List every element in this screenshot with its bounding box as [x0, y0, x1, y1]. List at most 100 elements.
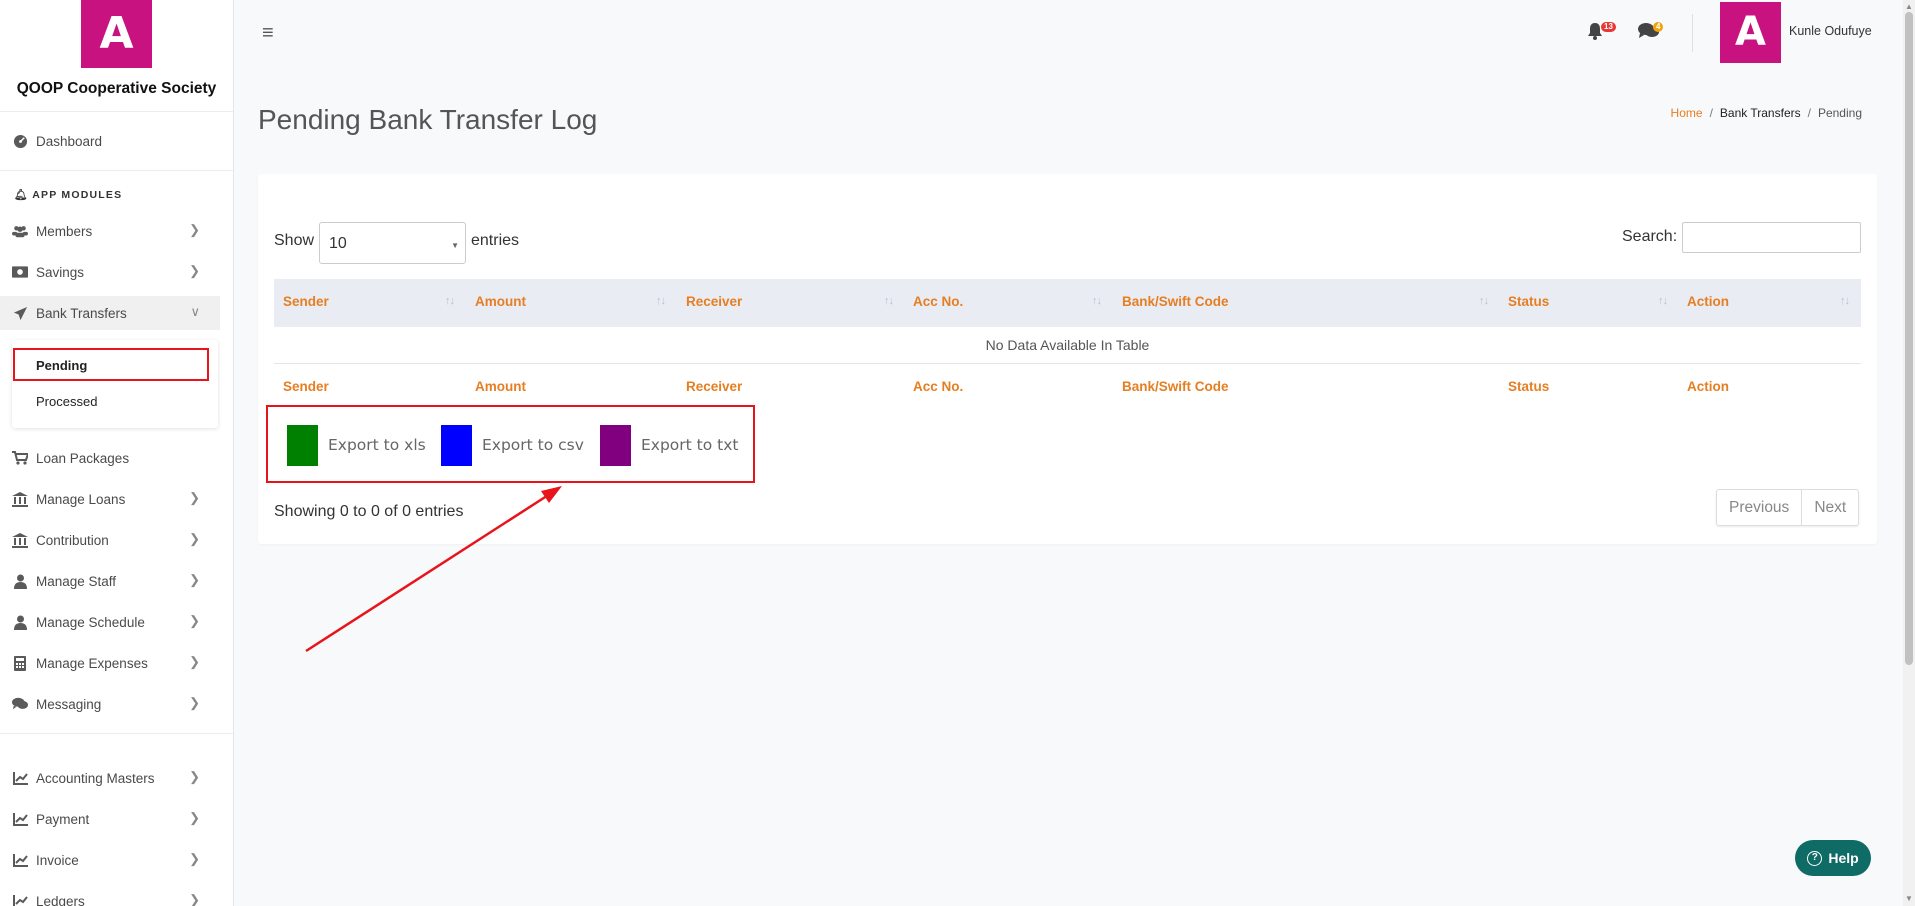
sort-icon: ↑↓	[1092, 295, 1102, 307]
money-icon	[12, 264, 28, 280]
entries-label: entries	[471, 232, 520, 249]
menu-toggle-icon[interactable]: ≡	[262, 22, 274, 45]
sidebar-item-label: Invoice	[36, 852, 79, 868]
chevron-right-icon: ❯	[189, 695, 200, 710]
column-footer-action: Action	[1687, 379, 1729, 394]
sidebar-item-label: Messaging	[36, 696, 102, 712]
sort-icon: ↑↓	[884, 295, 894, 307]
page-scrollbar[interactable]: ▲ ▼	[1903, 0, 1915, 906]
sidebar-item-label: Ledgers	[36, 893, 85, 906]
breadcrumb-separator: /	[1807, 106, 1811, 120]
chevron-right-icon: ❯	[189, 769, 200, 784]
show-label: Show	[274, 232, 315, 249]
table-header: Sender ↑↓ Amount ↑↓ Receiver ↑↓ Acc No. …	[274, 279, 1861, 327]
column-header-receiver[interactable]: Receiver	[686, 294, 742, 309]
help-label: Help	[1828, 850, 1859, 866]
avatar[interactable]: A	[1720, 2, 1781, 63]
column-header-action[interactable]: Action	[1687, 294, 1729, 309]
sort-icon: ↑↓	[1658, 295, 1668, 307]
chevron-right-icon: ❯	[189, 851, 200, 866]
divider	[0, 733, 233, 734]
chevron-down-icon: ∨	[190, 304, 200, 319]
brand-logo[interactable]: A	[81, 0, 152, 68]
sidebar-item-dashboard[interactable]: Dashboard	[0, 124, 220, 158]
annotation-highlight-pending	[13, 348, 209, 381]
bell-icon: 🔔︎	[14, 189, 29, 201]
sidebar-item-manage-expenses[interactable]: Manage Expenses ❯	[0, 646, 220, 680]
sidebar-item-label: Loan Packages	[36, 450, 130, 466]
page-size-value: 10	[329, 235, 347, 252]
divider	[0, 170, 233, 171]
dashboard-icon	[12, 133, 28, 149]
search-input[interactable]	[1682, 222, 1861, 253]
chevron-right-icon: ❯	[189, 810, 200, 825]
chart-icon	[12, 893, 28, 906]
sidebar-item-label: Payment	[36, 811, 90, 827]
sidebar-item-manage-staff[interactable]: Manage Staff ❯	[0, 564, 220, 598]
pagination: Previous Next	[1716, 489, 1860, 526]
column-footer-status: Status	[1508, 379, 1550, 394]
sidebar-item-manage-loans[interactable]: Manage Loans ❯	[0, 482, 220, 516]
sidebar-item-manage-schedule[interactable]: Manage Schedule ❯	[0, 605, 220, 639]
breadcrumb-section[interactable]: Bank Transfers	[1720, 106, 1801, 120]
empty-table-message: No Data Available In Table	[274, 327, 1861, 364]
chevron-right-icon: ❯	[189, 654, 200, 669]
sidebar-item-label: Savings	[36, 264, 85, 280]
chevron-right-icon: ❯	[189, 572, 200, 587]
comments-icon	[12, 696, 28, 712]
chevron-right-icon: ❯	[189, 490, 200, 505]
sidebar-item-label: Manage Loans	[36, 491, 126, 507]
sidebar-item-messaging[interactable]: Messaging ❯	[0, 687, 220, 721]
help-button[interactable]: ? Help	[1795, 840, 1871, 876]
bank-icon	[12, 491, 28, 507]
scroll-down-icon[interactable]: ▼	[1905, 894, 1913, 903]
chevron-right-icon: ❯	[189, 531, 200, 546]
page-size-select[interactable]: 10 ▼	[319, 222, 466, 264]
question-circle-icon: ?	[1807, 850, 1823, 866]
column-header-bank-swift-code[interactable]: Bank/Swift Code	[1122, 294, 1229, 309]
submenu-item-processed[interactable]: Processed	[36, 394, 97, 409]
user-name[interactable]: Kunle Odufuye	[1789, 24, 1872, 38]
chevron-right-icon: ❯	[189, 613, 200, 628]
sidebar-item-invoice[interactable]: Invoice ❯	[0, 843, 220, 877]
notifications-count-badge: 13	[1601, 22, 1616, 32]
chevron-right-icon: ❯	[189, 263, 200, 278]
breadcrumb-home[interactable]: Home	[1671, 106, 1703, 120]
calculator-icon	[12, 655, 28, 671]
sidebar-item-savings[interactable]: Savings ❯	[0, 255, 220, 289]
search-label: Search:	[1622, 228, 1678, 245]
sidebar-item-accounting-masters[interactable]: Accounting Masters ❯	[0, 761, 220, 795]
bank-icon	[12, 532, 28, 548]
chart-icon	[12, 811, 28, 827]
brand: A QOOP Cooperative Society	[0, 0, 233, 112]
column-header-sender[interactable]: Sender	[283, 294, 329, 309]
column-header-amount[interactable]: Amount	[475, 294, 526, 309]
sort-icon: ↑↓	[656, 295, 666, 307]
previous-page-button[interactable]: Previous	[1717, 490, 1803, 525]
sidebar-item-label: Members	[36, 223, 93, 239]
scroll-up-icon[interactable]: ▲	[1905, 2, 1913, 11]
column-header-status[interactable]: Status	[1508, 294, 1549, 309]
sidebar-item-loan-packages[interactable]: Loan Packages	[0, 441, 220, 475]
chart-icon	[12, 770, 28, 786]
breadcrumb: Home / Bank Transfers / Pending	[1671, 106, 1862, 120]
user-icon	[12, 614, 28, 630]
sidebar-item-label: Manage Expenses	[36, 655, 148, 671]
column-footer-bank-swift-code: Bank/Swift Code	[1122, 379, 1229, 394]
users-icon	[12, 223, 28, 239]
scrollbar-thumb[interactable]	[1905, 12, 1913, 665]
column-header-acc-no[interactable]: Acc No.	[913, 294, 963, 309]
cart-icon	[12, 450, 28, 466]
sidebar-item-label: Contribution	[36, 532, 109, 548]
sidebar-item-payment[interactable]: Payment ❯	[0, 802, 220, 836]
next-page-button[interactable]: Next	[1802, 490, 1858, 525]
sidebar-item-contribution[interactable]: Contribution ❯	[0, 523, 220, 557]
chevron-right-icon: ❯	[189, 222, 200, 237]
sidebar-item-bank-transfers[interactable]: Bank Transfers ∨	[0, 296, 220, 330]
sidebar-item-ledgers[interactable]: Ledgers ❯	[0, 884, 220, 906]
column-footer-receiver: Receiver	[686, 379, 743, 394]
column-footer-acc-no: Acc No.	[913, 379, 964, 394]
sort-icon: ↑↓	[445, 295, 455, 307]
column-footer-sender: Sender	[283, 379, 329, 394]
sidebar-item-members[interactable]: Members ❯	[0, 214, 220, 248]
